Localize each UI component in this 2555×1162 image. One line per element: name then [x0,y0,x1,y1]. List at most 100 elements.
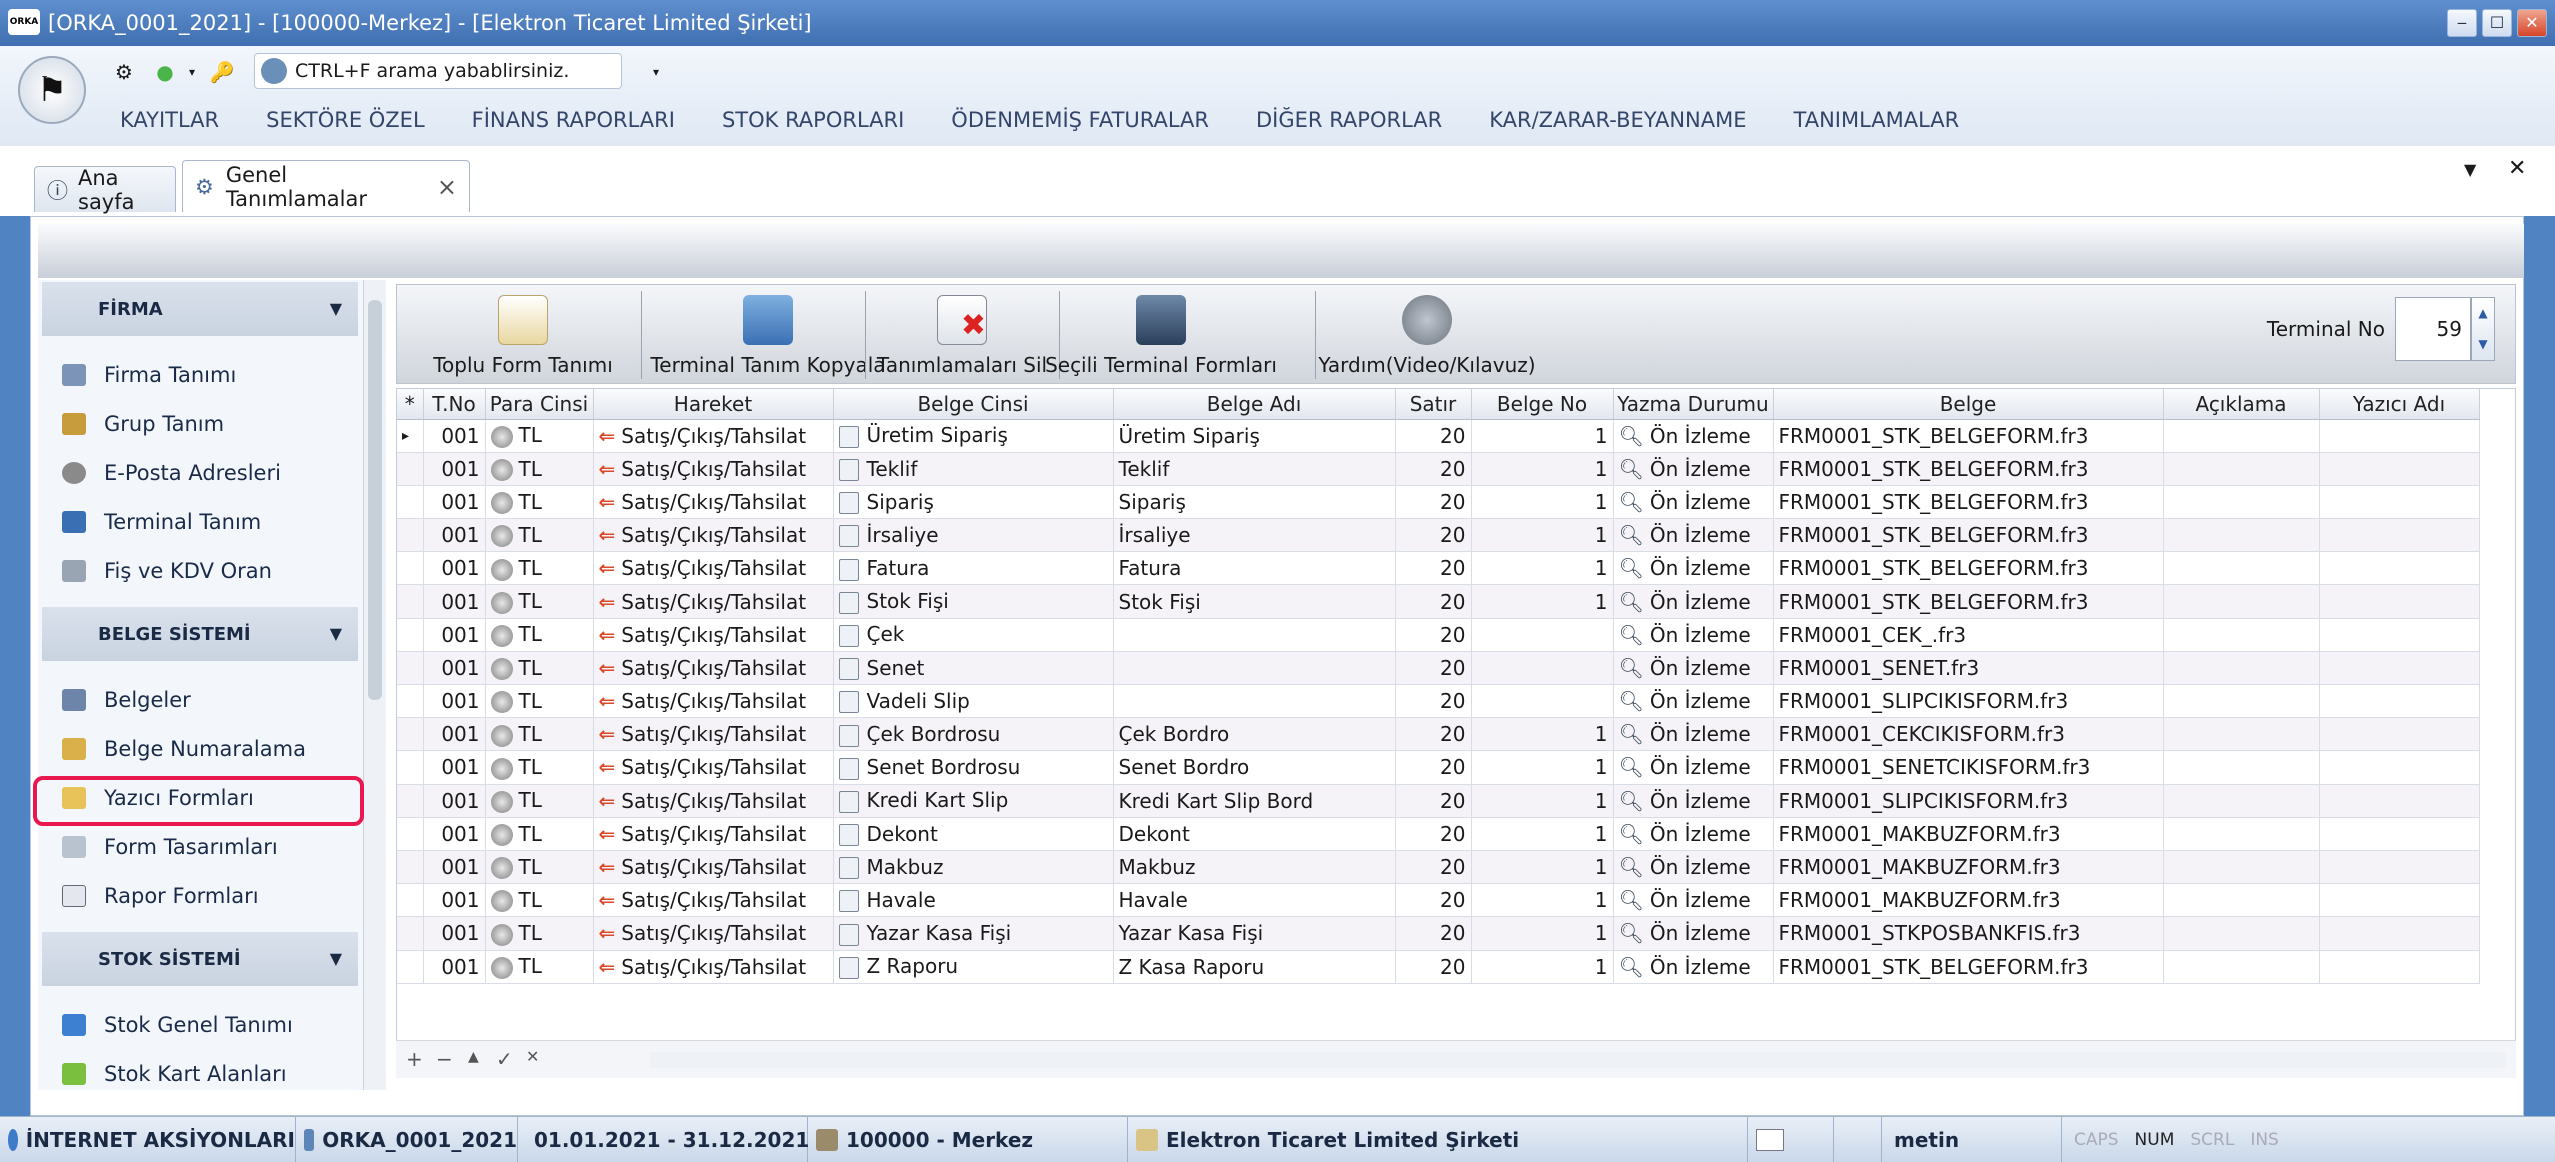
cell-belge[interactable]: FRM0001_SLIPCIKISFORM.fr3 [1773,684,2164,719]
menu-odenmemis-faturalar[interactable]: ÖDENMEMİŞ FATURALAR [951,108,1209,132]
cell-para-cinsi[interactable]: TL [485,883,594,918]
cell-belge-cinsi[interactable]: Senet [833,651,1114,686]
cell-yazici-adi[interactable] [2319,850,2480,885]
cell-yazici-adi[interactable] [2319,916,2480,951]
cell-belge-adi[interactable]: Fatura [1113,551,1396,586]
table-row[interactable]: 001 TL ⇐ Satış/Çıkış/Tahsilat Havale Havale 20… [397,883,2480,918]
menu-diger-raporlar[interactable]: DİĞER RAPORLAR [1256,108,1442,132]
cell-hareket[interactable]: ⇐ Satış/Çıkış/Tahsilat [593,419,834,453]
row-indicator[interactable] [397,651,424,686]
cancel-button[interactable]: ✕ [526,1047,539,1066]
cell-satir[interactable]: 20 [1395,452,1472,486]
collapse-icon[interactable]: ▼ [330,299,342,318]
sidebar-scrollbar-thumb[interactable] [368,300,382,700]
cell-belge-adi[interactable]: Yazar Kasa Fişi [1113,916,1396,951]
col-header-marker[interactable]: * [397,389,424,420]
cell-belge[interactable]: FRM0001_SLIPCIKISFORM.fr3 [1773,784,2164,818]
cell-hareket[interactable]: ⇐ Satış/Çıkış/Tahsilat [593,916,834,951]
terminal-tanim-kopyala-button[interactable]: Terminal Tanım Kopyala [623,285,913,383]
cell-satir[interactable]: 20 [1395,784,1472,818]
cell-yazici-adi[interactable] [2319,784,2480,818]
cell-yazma-durumu[interactable]: 🔍︎ Ön İzleme [1613,518,1774,553]
menu-stok-raporlari[interactable]: STOK RAPORLARI [722,108,904,132]
cell-tno[interactable]: 001 [423,883,486,918]
cell-yazma-durumu[interactable]: 🔍︎ Ön İzleme [1613,950,1774,984]
cell-belge-adi[interactable]: Makbuz [1113,850,1396,885]
cell-tno[interactable]: 001 [423,618,486,652]
cell-belge-adi[interactable]: Dekont [1113,817,1396,851]
cell-aciklama[interactable] [2163,485,2320,520]
cell-hareket[interactable]: ⇐ Satış/Çıkış/Tahsilat [593,717,834,752]
cell-para-cinsi[interactable]: TL [485,950,594,984]
cell-hareket[interactable]: ⇐ Satış/Çıkış/Tahsilat [593,518,834,553]
cell-belge-cinsi[interactable]: Sipariş [833,485,1114,520]
cell-belge-cinsi[interactable]: Çek Bordrosu [833,717,1114,752]
cell-belge[interactable]: FRM0001_STK_BELGEFORM.fr3 [1773,950,2164,984]
cell-para-cinsi[interactable]: TL [485,651,594,686]
cell-yazma-durumu[interactable]: 🔍︎ Ön İzleme [1613,584,1774,619]
cell-para-cinsi[interactable]: TL [485,584,594,619]
tanimlamalari-sil-button[interactable]: ✖ Tanımlamaları Sil [871,285,1053,383]
cell-yazici-adi[interactable] [2319,717,2480,752]
sidebar-item-belgeler[interactable]: Belgeler [38,675,363,724]
cell-satir[interactable]: 20 [1395,916,1472,951]
row-indicator[interactable] [397,584,424,619]
cell-belge-no[interactable]: 1 [1471,419,1614,453]
table-row[interactable]: 001 TL ⇐ Satış/Çıkış/Tahsilat Sipariş Sipariş… [397,485,2480,520]
cell-belge-cinsi[interactable]: Dekont [833,817,1114,851]
menu-kayitlar[interactable]: KAYITLAR [120,108,219,132]
yardim-button[interactable]: Yardım(Video/Kılavuz) [1318,285,1536,383]
cell-yazma-durumu[interactable]: 🔍︎ Ön İzleme [1613,551,1774,586]
cell-tno[interactable]: 001 [423,950,486,984]
cell-belge[interactable]: FRM0001_MAKBUZFORM.fr3 [1773,817,2164,851]
cell-para-cinsi[interactable]: TL [485,817,594,851]
cell-yazma-durumu[interactable]: 🔍︎ Ön İzleme [1613,784,1774,818]
row-indicator[interactable] [397,618,424,652]
cell-belge[interactable]: FRM0001_CEKCIKISFORM.fr3 [1773,717,2164,752]
cell-satir[interactable]: 20 [1395,551,1472,586]
toplu-form-tanimi-button[interactable]: Toplu Form Tanımı [411,285,635,383]
cell-aciklama[interactable] [2163,518,2320,553]
delete-row-button[interactable]: − [436,1047,453,1071]
cell-belge-no[interactable]: 1 [1471,717,1614,752]
cell-belge-no[interactable]: 1 [1471,850,1614,885]
col-header-belge-no[interactable]: Belge No [1471,389,1614,420]
cell-yazma-durumu[interactable]: 🔍︎ Ön İzleme [1613,916,1774,951]
cell-hareket[interactable]: ⇐ Satış/Çıkış/Tahsilat [593,950,834,984]
cell-tno[interactable]: 001 [423,850,486,885]
cell-hareket[interactable]: ⇐ Satış/Çıkış/Tahsilat [593,817,834,851]
cell-belge-cinsi[interactable]: Makbuz [833,850,1114,885]
cell-belge-cinsi[interactable]: Z Raporu [833,950,1114,984]
cell-hareket[interactable]: ⇐ Satış/Çıkış/Tahsilat [593,850,834,885]
cell-belge-cinsi[interactable]: Çek [833,618,1114,652]
cell-satir[interactable]: 20 [1395,750,1472,785]
cell-satir[interactable]: 20 [1395,419,1472,453]
col-header-yazma-durumu[interactable]: Yazma Durumu [1613,389,1774,420]
grid-horizontal-scrollbar[interactable] [650,1052,2506,1068]
cell-para-cinsi[interactable]: TL [485,750,594,785]
terminal-no-input[interactable]: 59 [2395,297,2471,361]
cell-belge[interactable]: FRM0001_CEK_.fr3 [1773,618,2164,652]
cell-aciklama[interactable] [2163,750,2320,785]
cell-belge-no[interactable]: 1 [1471,551,1614,586]
cell-belge-adi[interactable]: Havale [1113,883,1396,918]
table-row[interactable]: 001 TL ⇐ Satış/Çıkış/Tahsilat Makbuz Makbuz 20… [397,850,2480,885]
cell-tno[interactable]: 001 [423,916,486,951]
sidebar-item-fis-kdv[interactable]: Fiş ve KDV Oran [38,546,363,595]
tab-ana-sayfa[interactable]: ⓘ Ana sayfa [34,166,176,214]
cell-belge[interactable]: FRM0001_STK_BELGEFORM.fr3 [1773,452,2164,486]
cell-hareket[interactable]: ⇐ Satış/Çıkış/Tahsilat [593,651,834,686]
cell-hareket[interactable]: ⇐ Satış/Çıkış/Tahsilat [593,684,834,719]
cell-belge-no[interactable] [1471,651,1614,686]
cell-satir[interactable]: 20 [1395,717,1472,752]
cell-belge-no[interactable]: 1 [1471,784,1614,818]
cell-aciklama[interactable] [2163,817,2320,851]
cell-belge[interactable]: FRM0001_MAKBUZFORM.fr3 [1773,850,2164,885]
cell-yazici-adi[interactable] [2319,883,2480,918]
cell-para-cinsi[interactable]: TL [485,717,594,752]
col-header-yazici-adi[interactable]: Yazıcı Adı [2319,389,2480,420]
cell-satir[interactable]: 20 [1395,684,1472,719]
minimize-button[interactable]: ‒ [2447,9,2477,37]
search-input[interactable]: CTRL+F arama yabablirsiniz. [254,53,622,89]
cell-belge-cinsi[interactable]: Senet Bordrosu [833,750,1114,785]
